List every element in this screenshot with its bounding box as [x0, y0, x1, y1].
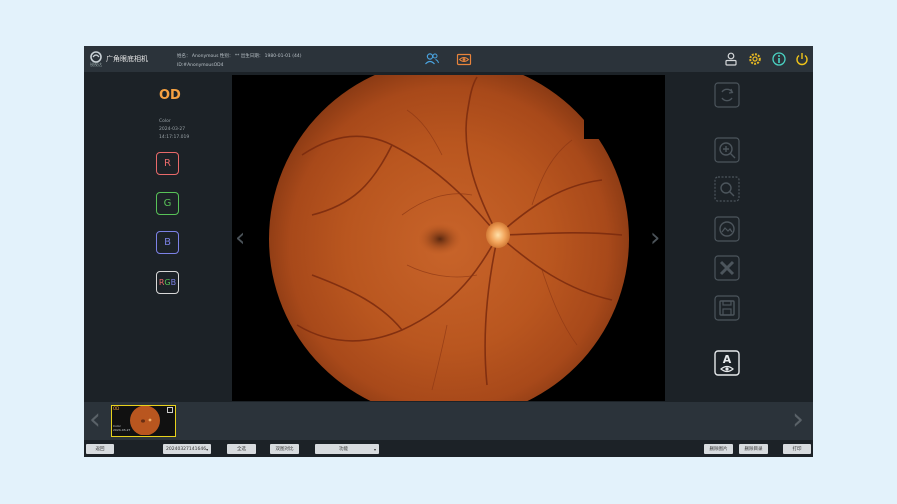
save-disk-icon[interactable] [714, 295, 740, 321]
eye-side-label: OD [159, 88, 181, 103]
thumbnail-eye-label: OD [113, 406, 120, 411]
delete-folder-button[interactable]: 删除目录 [739, 444, 768, 454]
date-select-value: 20240327141646 [166, 446, 207, 452]
bottom-toolbar: 返回 20240327141646 ▾ 全选 双图对比 功能 ▾ 删除图片 删除… [84, 440, 813, 457]
chevron-down-icon: ▾ [206, 446, 209, 452]
channel-green-button[interactable]: G [156, 192, 179, 215]
thumbnail-strip[interactable]: ‹ OD Color 2024-03-27 › [84, 402, 813, 440]
settings-gear-icon[interactable] [747, 51, 763, 67]
image-meta: Color 2024-03-27 14:17:17.019 [159, 118, 189, 142]
print-button[interactable]: 打印 [783, 444, 811, 454]
compare-button[interactable]: 双图对比 [270, 444, 299, 454]
strip-next-arrow-icon[interactable]: › [792, 405, 804, 435]
function-select[interactable]: 功能 ▾ [315, 444, 379, 454]
image-adjust-icon[interactable] [714, 216, 740, 242]
capture-mode: Color [159, 119, 171, 124]
previous-image-arrow-icon[interactable]: ‹ [235, 225, 245, 251]
patient-info: 姓名： Anonymous 性别： ** 出生日期： 1980-01-01 (4… [177, 52, 302, 70]
user-account-icon[interactable] [723, 51, 739, 67]
select-all-button[interactable]: 全选 [227, 444, 256, 454]
power-icon[interactable] [794, 51, 810, 67]
chevron-down-icon: ▾ [373, 446, 376, 452]
back-button[interactable]: 返回 [86, 444, 114, 454]
zoom-in-icon[interactable] [714, 137, 740, 163]
fundus-image [269, 75, 629, 401]
app-window: 锐视达 广角眼底相机 姓名： Anonymous 性别： ** 出生日期： 19… [84, 46, 813, 457]
info-icon[interactable] [771, 51, 787, 67]
strip-prev-arrow-icon[interactable]: ‹ [89, 405, 101, 435]
thumbnail-meta: Color 2024-03-27 [113, 424, 131, 432]
patients-icon[interactable] [424, 51, 440, 67]
svg-text:A: A [723, 353, 732, 366]
delete-x-icon[interactable] [714, 255, 740, 281]
patient-id: ID:#AnonymousOD4 [177, 63, 224, 68]
fundus-image-viewer[interactable] [232, 75, 665, 401]
zoom-region-icon[interactable] [714, 176, 740, 202]
header-bar: 锐视达 广角眼底相机 姓名： Anonymous 性别： ** 出生日期： 19… [84, 46, 813, 72]
capture-time: 14:17:17.019 [159, 135, 190, 140]
delete-image-button[interactable]: 删除图片 [704, 444, 733, 454]
channel-blue-button[interactable]: B [156, 231, 179, 254]
patient-info-line: 姓名： Anonymous 性别： ** 出生日期： 1980-01-01 (4… [177, 54, 302, 59]
function-select-value: 功能 [339, 447, 348, 452]
capture-date: 2024-03-27 [159, 127, 186, 132]
app-title: 广角眼底相机 [106, 55, 148, 63]
logo-text: 锐视达 [90, 62, 102, 67]
next-image-arrow-icon[interactable]: › [650, 225, 660, 251]
camera-eye-icon[interactable] [456, 51, 472, 67]
thumbnail-selected[interactable]: OD Color 2024-03-27 [111, 405, 176, 437]
thumbnail-checkbox[interactable] [167, 407, 173, 413]
rotate-refresh-icon[interactable] [714, 82, 740, 108]
channel-red-button[interactable]: R [156, 152, 179, 175]
channel-rgb-button[interactable]: RGB [156, 271, 179, 294]
annotation-view-icon[interactable]: A [714, 350, 740, 376]
date-select[interactable]: 20240327141646 ▾ [163, 444, 211, 454]
